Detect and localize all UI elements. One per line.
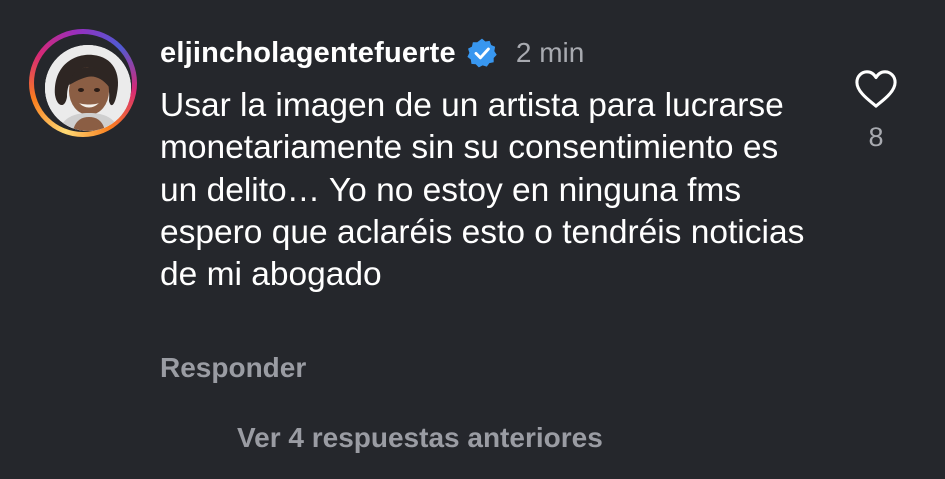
comment: eljincholagentefuerte 2 min Usar la imag… bbox=[0, 0, 945, 479]
comment-timestamp: 2 min bbox=[515, 37, 585, 68]
like-count: 8 bbox=[868, 122, 884, 152]
comment-header: eljincholagentefuerte 2 min bbox=[160, 30, 584, 76]
heart-outline-icon[interactable] bbox=[853, 68, 899, 110]
reply-button[interactable]: Responder bbox=[160, 352, 306, 384]
avatar-photo bbox=[45, 45, 131, 131]
like-section: 8 bbox=[852, 68, 900, 153]
avatar bbox=[45, 45, 131, 131]
comment-text: Usar la imagen de un artista para lucrar… bbox=[160, 87, 805, 294]
avatar-story-ring[interactable] bbox=[29, 29, 137, 137]
verified-badge-icon bbox=[467, 38, 497, 68]
view-previous-replies-button[interactable]: Ver 4 respuestas anteriores bbox=[237, 422, 603, 454]
username[interactable]: eljincholagentefuerte bbox=[160, 37, 456, 70]
